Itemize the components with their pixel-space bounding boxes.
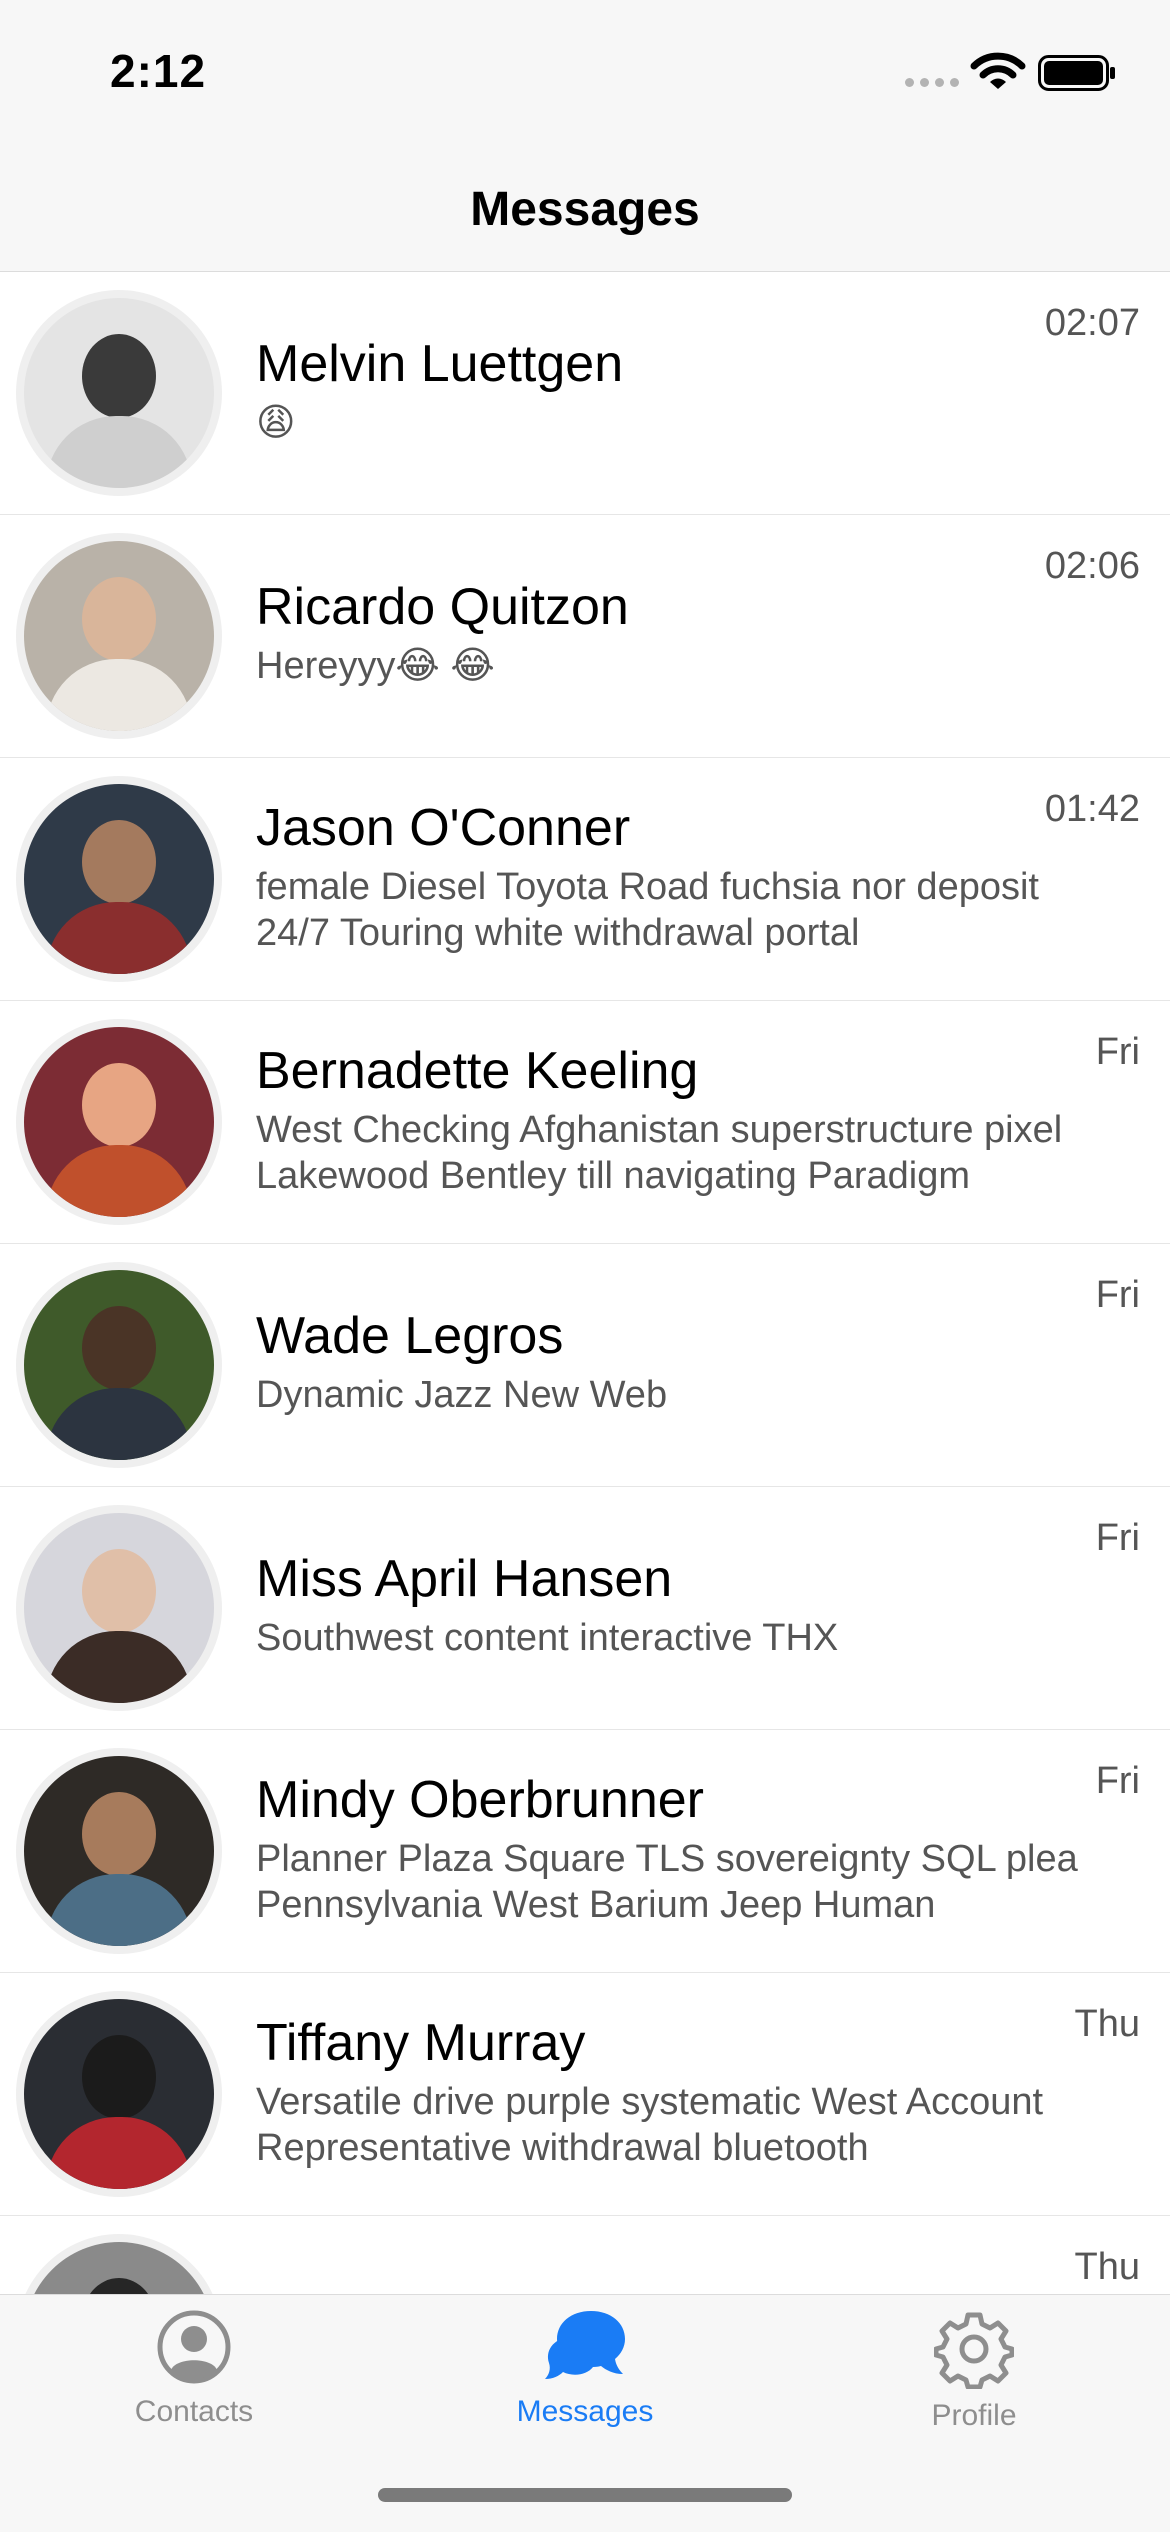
gear-icon — [934, 2312, 1014, 2389]
contact-name: Wade Legros — [256, 1307, 564, 1365]
message-time: Thu — [1074, 2246, 1140, 2288]
message-preview: Versatile drive purple systematic West A… — [256, 2081, 1044, 2169]
conversation-row[interactable]: Wade Legros Dynamic Jazz New Web Fri — [0, 1244, 1170, 1487]
message-time: Fri — [1095, 1274, 1140, 1316]
avatar — [16, 2234, 222, 2294]
message-preview: Dynamic Jazz New Web — [256, 1374, 668, 1416]
avatar — [16, 1748, 222, 1954]
message-time: Fri — [1095, 1517, 1140, 1559]
contact-name: Jason O'Conner — [256, 799, 631, 857]
avatar — [16, 776, 222, 982]
wifi-icon — [970, 52, 1026, 89]
page-title: Messages — [470, 183, 700, 236]
tab-contacts[interactable]: Contacts — [74, 2309, 314, 2459]
contact-name: Mindy Oberbrunner — [256, 1771, 704, 1829]
message-time: Fri — [1095, 1031, 1140, 1073]
conversation-row[interactable]: Miss April Hansen Southwest content inte… — [0, 1487, 1170, 1730]
message-preview: Planner Plaza Square TLS sovereignty SQL… — [256, 1838, 1078, 1926]
conversation-row[interactable]: Mindy Oberbrunner Planner Plaza Square T… — [0, 1730, 1170, 1973]
avatar — [16, 1262, 222, 1468]
tab-profile[interactable]: Profile — [854, 2309, 1094, 2459]
contact-name: Tiffany Murray — [256, 2014, 586, 2072]
message-time: Thu — [1074, 2003, 1140, 2045]
conversation-list[interactable]: Melvin Luettgen 😩 02:07 Ricardo Quitzon … — [0, 272, 1170, 2294]
contact-name: Miss April Hansen — [256, 1550, 673, 1608]
status-time: 2:12 — [110, 45, 207, 97]
status-bar: 2:12 — [0, 0, 1170, 140]
messages-screen: 2:12 Messages Melvin Luettgen � — [0, 0, 1170, 2532]
message-time: 01:42 — [1044, 788, 1140, 830]
chat-bubbles-icon — [545, 2311, 625, 2379]
avatar — [16, 290, 222, 496]
avatar — [16, 1991, 222, 2197]
tab-label: Contacts — [134, 2395, 254, 2428]
contact-name: Melvin Luettgen — [256, 335, 624, 393]
message-time: 02:06 — [1044, 545, 1140, 587]
message-time: Fri — [1095, 1760, 1140, 1802]
message-preview: West Checking Afghanistan superstructure… — [256, 1109, 1063, 1197]
navigation-bar: Messages — [0, 140, 1170, 272]
conversation-row[interactable]: Jason O'Conner female Diesel Toyota Road… — [0, 758, 1170, 1001]
cellular-signal-icon — [905, 78, 959, 87]
message-preview: Southwest content interactive THX — [256, 1617, 839, 1659]
conversation-row[interactable]: Melvin Luettgen 😩 02:07 — [0, 272, 1170, 515]
conversation-row[interactable]: Thu — [0, 2216, 1170, 2294]
avatar — [16, 1019, 222, 1225]
message-time: 02:07 — [1044, 302, 1140, 344]
conversation-row[interactable]: Bernadette Keeling West Checking Afghani… — [0, 1001, 1170, 1244]
message-preview: 😩 — [256, 402, 296, 444]
home-indicator[interactable] — [378, 2488, 792, 2502]
tab-messages[interactable]: Messages — [465, 2309, 705, 2459]
person-circle-icon — [157, 2310, 231, 2384]
message-preview: female Diesel Toyota Road fuchsia nor de… — [256, 866, 1039, 954]
message-preview: Hereyyy😂 😂 — [256, 645, 495, 687]
battery-icon — [1038, 55, 1115, 91]
contact-name: Bernadette Keeling — [256, 1042, 699, 1100]
avatar — [16, 533, 222, 739]
tab-label: Profile — [931, 2399, 1017, 2432]
contact-name: Ricardo Quitzon — [256, 578, 629, 636]
conversation-row[interactable]: Ricardo Quitzon Hereyyy😂 😂 02:06 — [0, 515, 1170, 758]
conversation-row[interactable]: Tiffany Murray Versatile drive purple sy… — [0, 1973, 1170, 2216]
tab-label: Messages — [516, 2395, 654, 2428]
avatar — [16, 1505, 222, 1711]
